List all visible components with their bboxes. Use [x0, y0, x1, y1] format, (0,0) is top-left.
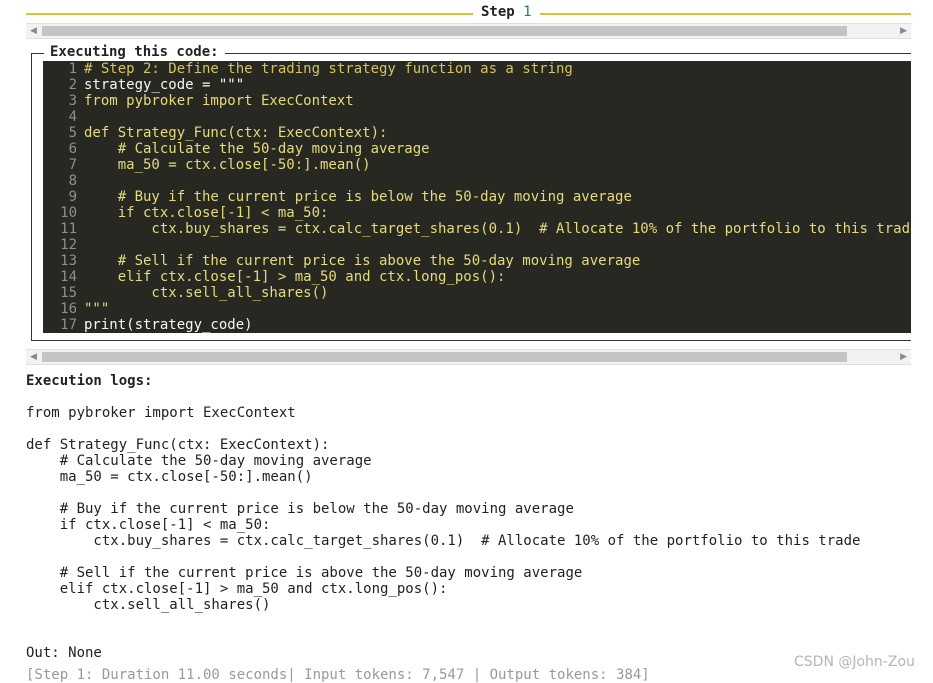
line-number: 6 — [68, 141, 77, 157]
scroll-left-arrow-icon[interactable]: ◀ — [30, 350, 37, 364]
code-text: print(strategy_code) — [84, 317, 253, 333]
code-text: if ctx.close[-1] < ma_50: — [84, 205, 329, 221]
line-number: 4 — [68, 109, 77, 125]
log-line: from pybroker import ExecContext — [26, 405, 296, 421]
log-line: ctx.buy_shares = ctx.calc_target_shares(… — [26, 533, 861, 549]
step-divider — [26, 13, 911, 15]
log-line: # Buy if the current price is below the … — [26, 501, 574, 517]
scroll-left-arrow-icon[interactable]: ◀ — [30, 24, 37, 38]
line-number: 10 — [60, 205, 77, 221]
line-number: 2 — [68, 77, 77, 93]
execution-logs-title: Execution logs: — [26, 373, 153, 389]
code-text: from pybroker import ExecContext — [84, 93, 354, 109]
line-number: 13 — [60, 253, 77, 269]
code-panel-title: Executing this code: — [44, 44, 225, 60]
code-text: strategy_code = """ — [84, 77, 245, 93]
log-line: # Calculate the 50-day moving average — [26, 453, 372, 469]
step-label: Step — [481, 4, 515, 20]
code-text: # Buy if the current price is below the … — [84, 189, 632, 205]
code-text: ctx.buy_shares = ctx.calc_target_shares(… — [84, 221, 911, 237]
scroll-right-arrow-icon[interactable]: ▶ — [900, 350, 907, 364]
log-line: ma_50 = ctx.close[-50:].mean() — [26, 469, 313, 485]
code-horizontal-scrollbar[interactable]: ◀ ▶ — [26, 349, 911, 365]
code-text: ma_50 = ctx.close[-50:].mean() — [84, 157, 371, 173]
code-text: # Calculate the 50-day moving average — [84, 141, 430, 157]
scrollbar-thumb[interactable] — [42, 352, 847, 362]
log-line: elif ctx.close[-1] > ma_50 and ctx.long_… — [26, 581, 448, 597]
line-number: 12 — [60, 237, 77, 253]
step-number: 1 — [523, 4, 532, 20]
watermark: CSDN @John-Zou — [794, 654, 915, 670]
scroll-right-arrow-icon[interactable]: ▶ — [900, 24, 907, 38]
code-block: 1 # Step 2: Define the trading strategy f… — [43, 61, 911, 333]
code-text: """ — [84, 301, 110, 317]
line-number: 7 — [68, 157, 77, 173]
scrollbar-thumb[interactable] — [42, 26, 847, 36]
log-line: if ctx.close[-1] < ma_50: — [26, 517, 271, 533]
line-number: 14 — [60, 269, 77, 285]
code-text: def Strategy_Func(ctx: ExecContext): — [84, 125, 388, 141]
line-number: 17 — [60, 317, 77, 333]
output-value: Out: None — [26, 645, 102, 661]
code-text: ctx.sell_all_shares() — [84, 285, 329, 301]
step-header: Step 1 — [473, 4, 540, 20]
log-line: def Strategy_Func(ctx: ExecContext): — [26, 437, 330, 453]
code-text: # Step 2: Define the trading strategy fu… — [84, 61, 573, 77]
line-number: 5 — [68, 125, 77, 141]
line-number: 8 — [68, 173, 77, 189]
top-horizontal-scrollbar[interactable]: ◀ ▶ — [26, 23, 911, 39]
code-text: # Sell if the current price is above the… — [84, 253, 641, 269]
code-text: elif ctx.close[-1] > ma_50 and ctx.long_… — [84, 269, 506, 285]
line-number: 15 — [60, 285, 77, 301]
line-number: 1 — [68, 61, 77, 77]
step-stats: [Step 1: Duration 11.00 seconds| Input t… — [26, 667, 650, 683]
line-number: 9 — [68, 189, 77, 205]
log-line: ctx.sell_all_shares() — [26, 597, 271, 613]
line-number: 3 — [68, 93, 77, 109]
log-line: # Sell if the current price is above the… — [26, 565, 583, 581]
line-number: 11 — [60, 221, 77, 237]
line-number: 16 — [60, 301, 77, 317]
